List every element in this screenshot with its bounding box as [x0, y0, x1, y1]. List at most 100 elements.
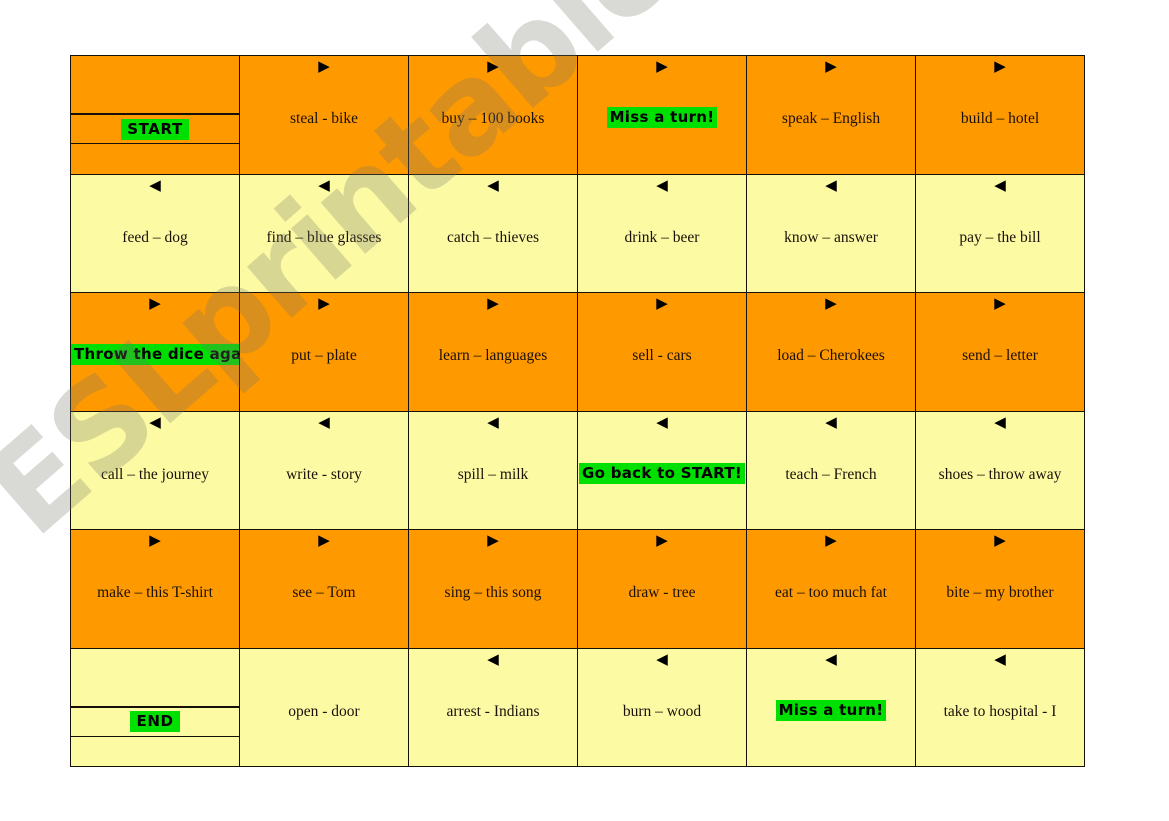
split-cell-top: [71, 649, 239, 707]
board-cell[interactable]: ▶ eat – too much fat: [746, 529, 916, 649]
board-cell[interactable]: open - door: [239, 647, 409, 767]
split-cell: START: [71, 56, 239, 173]
phrase-container: Throw the dice again!: [71, 344, 239, 365]
cell-content: ◀ write - story: [241, 412, 408, 529]
board-cell[interactable]: ◀ know – answer: [746, 173, 916, 293]
cell-label: Throw the dice again!: [71, 344, 239, 365]
arrow-left-icon: ◀: [656, 412, 668, 431]
board-cell[interactable]: ◀ find – blue glasses: [239, 173, 409, 293]
arrow-left-icon: ◀: [656, 175, 668, 194]
arrow-right-icon: ▶: [656, 294, 668, 312]
board-cell[interactable]: ◀ Go back to START!: [577, 410, 747, 530]
cell-label: write - story: [286, 465, 362, 483]
board-cell[interactable]: ▶ sell - cars: [577, 292, 747, 412]
arrow-left-icon: ◀: [994, 175, 1006, 194]
cell-content: ▶ buy – 100 books: [410, 56, 577, 173]
cell-content: ▶ steal - bike: [241, 56, 408, 173]
cell-content: ▶ learn – languages: [410, 293, 577, 410]
cell-content: ▶ put – plate: [241, 293, 408, 410]
arrow-right-icon: ▶: [994, 294, 1006, 312]
cell-content: ◀ call – the journey: [72, 412, 239, 529]
board-cell[interactable]: ◀ write - story: [239, 410, 409, 530]
board-cell[interactable]: ▶ see – Tom: [239, 529, 409, 649]
arrow-right-icon: ▶: [149, 294, 161, 312]
arrow-right-icon: ▶: [994, 57, 1006, 75]
board-cell[interactable]: ▶ load – Cherokees: [746, 292, 916, 412]
cell-label: teach – French: [785, 465, 877, 483]
cell-content: ▶ Throw the dice again!: [71, 293, 239, 410]
arrow-left-icon: ◀: [656, 649, 668, 668]
arrow-right-icon: ▶: [825, 294, 837, 312]
cell-content: ◀ pay – the bill: [917, 175, 1084, 292]
board-cell[interactable]: ▶ draw - tree: [577, 529, 747, 649]
cell-label: build – hotel: [960, 110, 1040, 127]
board-cell[interactable]: ◀ catch – thieves: [408, 173, 578, 293]
arrow-right-icon: ▶: [487, 294, 499, 312]
arrow-right-icon: ▶: [318, 57, 330, 75]
split-cell-bottom: [72, 144, 239, 172]
board-cell[interactable]: ▶ speak – English: [746, 55, 916, 175]
board-row: ▶ make – this T-shirt ▶ see – Tom ▶ sing – th…: [70, 529, 1085, 649]
arrow-right-icon: ▶: [487, 57, 499, 75]
board-cell[interactable]: ▶ sing – this song: [408, 529, 578, 649]
split-cell-middle: END: [71, 706, 239, 737]
cell-label: know – answer: [784, 228, 878, 246]
board-cell[interactable]: ◀ spill – milk: [408, 410, 578, 530]
phrase-container: Miss a turn!: [748, 699, 915, 721]
board-cell[interactable]: ▶ Throw the dice again!: [70, 292, 240, 412]
arrow-right-icon: ▶: [656, 57, 668, 75]
cell-content: ◀ find – blue glasses: [241, 175, 408, 292]
cell-content: ◀ catch – thieves: [410, 175, 577, 292]
cell-content: ◀ Go back to START!: [578, 412, 746, 529]
arrow-right-icon: ▶: [656, 531, 668, 549]
cell-content: ▶ bite – my brother: [917, 530, 1084, 647]
split-cell-top: [71, 56, 239, 114]
cell-content: ◀ take to hospital - I: [917, 649, 1084, 766]
cell-label: steal - bike: [289, 110, 358, 127]
cell-content: ◀ drink – beer: [579, 175, 746, 292]
board-cell[interactable]: ◀ burn – wood: [577, 647, 747, 767]
board-cell[interactable]: START: [70, 55, 240, 175]
board-cell[interactable]: ◀ shoes – throw away: [915, 410, 1085, 530]
board-cell[interactable]: ▶ learn – languages: [408, 292, 578, 412]
board-cell[interactable]: ▶ bite – my brother: [915, 529, 1085, 649]
cell-label: sell - cars: [632, 347, 692, 364]
cell-label: END: [130, 711, 180, 732]
board-cell[interactable]: ◀ arrest - Indians: [408, 647, 578, 767]
cell-label: draw - tree: [628, 584, 696, 601]
cell-content: open - door: [241, 649, 408, 766]
cell-content: ▶ sing – this song: [410, 530, 577, 647]
cell-label: arrest - Indians: [446, 702, 540, 720]
board-cell[interactable]: ▶ put – plate: [239, 292, 409, 412]
board-cell[interactable]: ▶ send – letter: [915, 292, 1085, 412]
arrow-left-icon: ◀: [149, 175, 161, 194]
cell-content: ◀ shoes – throw away: [917, 412, 1084, 529]
arrow-left-icon: ◀: [994, 412, 1006, 431]
cell-content: ▶ speak – English: [748, 56, 915, 173]
board-cell[interactable]: ◀ teach – French: [746, 410, 916, 530]
board-cell[interactable]: ▶ buy – 100 books: [408, 55, 578, 175]
board-cell[interactable]: ◀ drink – beer: [577, 173, 747, 293]
board-cell[interactable]: END: [70, 647, 240, 767]
board-cell[interactable]: ▶ steal - bike: [239, 55, 409, 175]
split-cell: END: [71, 649, 239, 766]
board-row: ◀ call – the journey ◀ write - story ◀ spill …: [70, 410, 1085, 530]
board-cell[interactable]: ◀ Miss a turn!: [746, 647, 916, 767]
cell-content: ▶ sell - cars: [579, 293, 746, 410]
cell-label: START: [121, 118, 189, 140]
cell-label: put – plate: [291, 347, 357, 364]
cell-content: ▶ see – Tom: [241, 530, 408, 647]
board-cell[interactable]: ▶ build – hotel: [915, 55, 1085, 175]
board-cell[interactable]: ▶ make – this T-shirt: [70, 529, 240, 649]
board-cell[interactable]: ◀ take to hospital - I: [915, 647, 1085, 767]
cell-label: bite – my brother: [946, 584, 1054, 601]
phrase-container: Miss a turn!: [579, 107, 746, 128]
board-cell[interactable]: ▶ Miss a turn!: [577, 55, 747, 175]
cell-label: open - door: [288, 702, 360, 720]
board-cell[interactable]: ◀ feed – dog: [70, 173, 240, 293]
board-cell[interactable]: ◀ call – the journey: [70, 410, 240, 530]
board-cell[interactable]: ◀ pay – the bill: [915, 173, 1085, 293]
cell-label: pay – the bill: [959, 228, 1041, 246]
cell-content: ▶ load – Cherokees: [748, 293, 915, 410]
split-cell-bottom: [72, 737, 239, 765]
